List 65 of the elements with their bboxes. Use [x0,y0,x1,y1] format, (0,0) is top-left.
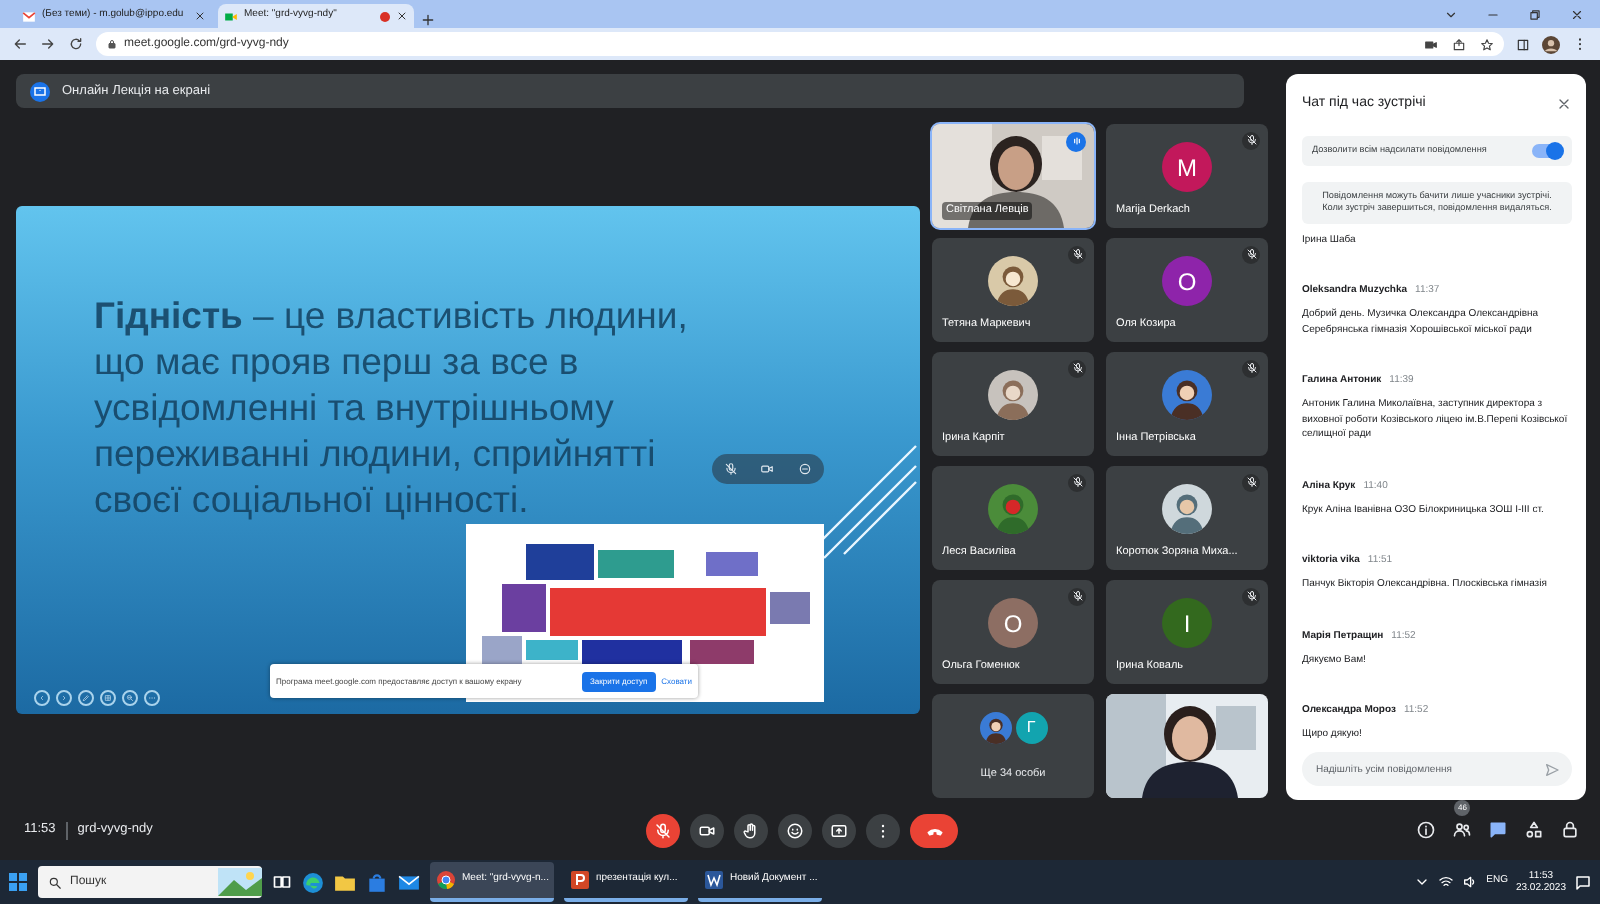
shapes-icon[interactable] [1524,820,1544,840]
side-panel-icon[interactable] [1516,37,1530,51]
avatar: M [1162,142,1212,192]
share-icon[interactable] [1452,37,1466,51]
notifications-icon[interactable] [1574,873,1592,891]
zoom-icon[interactable] [122,690,138,706]
close-icon[interactable] [1556,96,1572,113]
reload-icon[interactable] [68,36,84,52]
avatar: О [988,598,1038,648]
muted-microphone-icon[interactable] [723,462,738,476]
document-app-icon [704,870,724,890]
lock-icon[interactable] [1560,820,1580,840]
new-tab-icon[interactable] [420,12,436,28]
lock-icon [106,38,118,50]
people-icon[interactable] [1452,820,1472,840]
present-icon [830,821,848,839]
present-button[interactable] [822,813,856,847]
toggle-switch[interactable] [1532,143,1562,157]
video-camera-icon [224,9,238,23]
hand-icon [742,821,760,839]
chat-icon[interactable] [1488,820,1508,840]
mail-icon [22,9,36,23]
slides-icon[interactable] [100,690,116,706]
leave-call-button[interactable] [910,813,958,847]
next-icon[interactable] [56,690,72,706]
presentation-app-icon [570,870,590,890]
windows-logo-icon[interactable] [8,872,28,892]
camera-icon [698,821,716,839]
avatar: О [1162,256,1212,306]
slide-text: Гідність – це властивість людини, що має прояв перш за все в усвідомленні та внутрішньому переживанні людини, сприйнятті своєї соціальної цінності. [94,292,688,522]
smiley-icon [786,821,804,839]
task-view-icon[interactable] [272,872,292,892]
previous-icon[interactable] [34,690,50,706]
close-icon[interactable] [194,10,206,22]
show-hidden-icons-icon[interactable] [1414,874,1431,890]
pen-icon[interactable] [78,690,94,706]
folder-icon[interactable] [334,871,356,893]
star-icon[interactable] [1480,37,1494,51]
restore-icon[interactable] [1528,7,1542,21]
camera-button[interactable] [690,813,724,847]
video-camera-icon[interactable] [1424,37,1438,51]
close-icon[interactable] [396,10,408,22]
minimize-icon[interactable] [798,462,813,476]
chrome-icon [436,870,456,890]
raise-hand-button[interactable] [734,813,768,847]
present-icon [30,81,50,101]
volume-icon[interactable] [1462,874,1479,890]
wifi-icon[interactable] [1438,874,1455,890]
more-icon[interactable] [144,690,160,706]
mail-icon[interactable] [398,871,420,893]
avatar: І [1162,598,1212,648]
reactions-button[interactable] [778,813,812,847]
close-icon[interactable] [1570,7,1584,21]
info-icon[interactable] [1416,820,1436,840]
search-icon [48,875,62,889]
browser-icon[interactable] [302,871,324,893]
microphone-off-icon [654,821,672,839]
camera-icon[interactable] [760,462,775,476]
back-icon[interactable] [12,36,28,52]
avatar: Г [1015,711,1047,743]
microphone-button[interactable] [646,813,680,847]
tab-search-icon[interactable] [1444,7,1458,21]
forward-icon[interactable] [40,36,56,52]
shopping-bag-icon[interactable] [366,871,388,893]
profile-avatar[interactable] [1542,35,1560,53]
